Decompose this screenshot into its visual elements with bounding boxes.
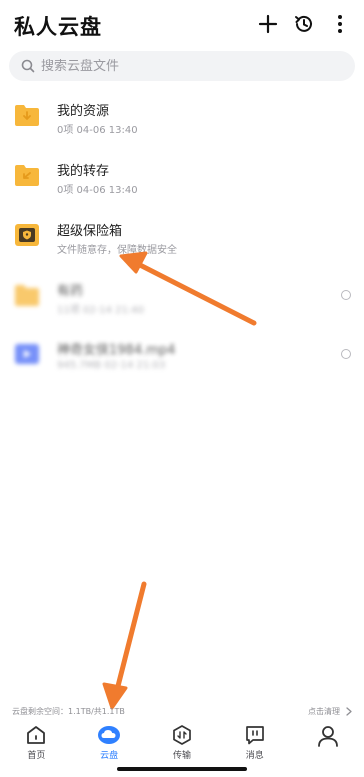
add-button[interactable] — [256, 12, 280, 36]
file-name: 我的转存 — [57, 164, 110, 179]
file-name: 有药 — [57, 284, 84, 299]
file-meta: 文件随意存，保障数据安全 — [57, 245, 177, 256]
video-file-icon — [15, 344, 39, 364]
file-name: 超级保险箱 — [57, 224, 123, 239]
storage-text: 云盘剩余空间：1.1TB/共1.1TB — [12, 706, 125, 716]
more-button[interactable] — [328, 12, 352, 36]
tab-label: 传输 — [172, 751, 191, 761]
select-radio[interactable] — [341, 349, 351, 359]
list-item-video[interactable]: 神奇女侠1984.mp4 945.7MB 02-14 21:03 — [0, 331, 364, 389]
list-item-super-safe[interactable]: 超级保险箱 文件随意存，保障数据安全 — [0, 212, 364, 270]
chevron-right-icon — [346, 706, 352, 716]
tab-messages[interactable]: 消息 — [225, 720, 285, 761]
cloud-icon — [98, 726, 121, 744]
clean-label: 点击清理 — [308, 706, 340, 716]
home-icon — [27, 726, 46, 744]
search-bar[interactable] — [9, 51, 355, 81]
annotation-arrow-cloud-tab — [102, 581, 147, 710]
message-icon — [245, 726, 264, 745]
history-icon — [295, 15, 312, 32]
search-icon — [21, 59, 35, 73]
list-item-my-transfers[interactable]: 我的转存 0项 04-06 13:40 — [0, 152, 364, 210]
more-vertical-icon — [338, 15, 342, 33]
bottom-tab-bar: 首页 云盘 传输 消息 — [0, 720, 364, 764]
list-item-my-resources[interactable]: 我的资源 0项 04-06 13:40 — [0, 92, 364, 150]
tab-label: 云盘 — [100, 751, 119, 761]
download-folder-icon — [15, 105, 39, 126]
folder-icon — [15, 285, 39, 306]
profile-icon — [317, 726, 338, 747]
tab-transfer[interactable]: 传输 — [152, 720, 212, 761]
select-radio[interactable] — [341, 290, 351, 300]
search-input[interactable] — [41, 58, 321, 74]
tab-label: 首页 — [27, 751, 46, 761]
file-meta: 0项 04-06 13:40 — [57, 185, 138, 196]
clean-link[interactable]: 点击清理 — [308, 706, 352, 717]
page-title: 私人云盘 — [14, 15, 102, 39]
storage-bar: 云盘剩余空间：1.1TB/共1.1TB 点击清理 — [0, 702, 364, 720]
file-meta: 0项 04-06 13:40 — [57, 125, 138, 136]
transfer-folder-icon — [15, 165, 39, 186]
tab-home[interactable]: 首页 — [6, 720, 66, 761]
tab-label: 消息 — [245, 751, 264, 761]
file-name: 我的资源 — [57, 104, 110, 119]
transfer-icon — [173, 725, 191, 745]
home-indicator — [117, 767, 247, 771]
safe-box-icon — [15, 224, 39, 246]
list-item-folder[interactable]: 有药 11项 02-14 21:40 — [0, 272, 364, 330]
tab-cloud[interactable]: 云盘 — [79, 720, 139, 761]
header: 私人云盘 — [0, 0, 364, 48]
file-meta: 945.7MB 02-14 21:03 — [57, 360, 166, 371]
history-button[interactable] — [292, 12, 316, 36]
plus-icon — [258, 14, 278, 34]
file-meta: 11项 02-14 21:40 — [57, 305, 144, 316]
tab-profile[interactable] — [298, 720, 358, 750]
file-name: 神奇女侠1984.mp4 — [57, 343, 176, 358]
